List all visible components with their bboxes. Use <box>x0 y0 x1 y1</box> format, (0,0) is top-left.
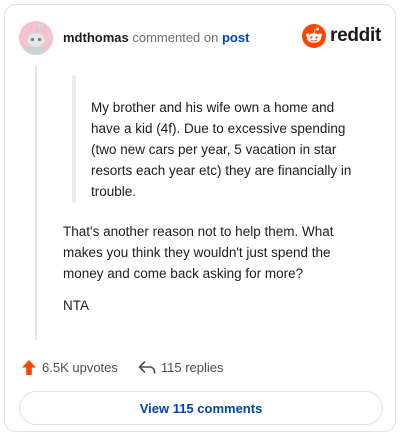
reply-arrow-icon <box>138 361 156 374</box>
reply-stat[interactable]: 115 replies <box>138 360 224 375</box>
thread-line[interactable] <box>35 65 37 340</box>
view-comments-button[interactable]: View 115 comments <box>19 391 383 425</box>
action-text: commented on <box>132 30 219 45</box>
upvote-arrow-icon <box>22 360 36 375</box>
upvote-count: 6.5K upvotes <box>42 360 118 375</box>
reddit-logo-icon <box>302 24 327 48</box>
post-link[interactable]: post <box>222 30 249 45</box>
comment-card: mdthomas commented on post reddit My bro… <box>4 4 396 432</box>
avatar[interactable] <box>19 21 53 55</box>
comment-verdict: NTA <box>63 298 89 313</box>
username[interactable]: mdthomas <box>63 30 129 45</box>
comment-stats: 6.5K upvotes 115 replies <box>21 359 224 376</box>
comment-header: mdthomas commented on post <box>63 30 249 45</box>
reply-count: 115 replies <box>160 360 224 375</box>
brand[interactable]: reddit <box>302 24 381 48</box>
quoted-text: My brother and his wife own a home and h… <box>91 100 352 199</box>
brand-name: reddit <box>330 25 381 46</box>
comment-body: That's another reason not to help them. … <box>63 224 334 281</box>
quote-bar <box>72 75 76 203</box>
snoo-avatar-icon <box>19 21 53 55</box>
upvote-stat[interactable]: 6.5K upvotes <box>21 359 118 376</box>
